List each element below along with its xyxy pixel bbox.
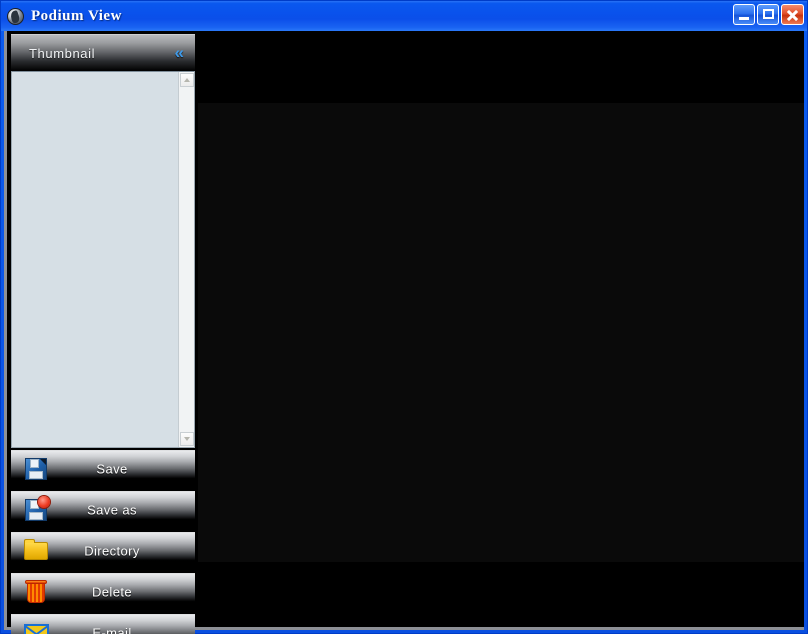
folder-icon <box>22 537 50 565</box>
thumbnail-list[interactable] <box>11 71 195 448</box>
scroll-up-arrow-icon[interactable] <box>180 73 194 87</box>
client-area: Thumbnail « Save Save as Directory Delet… <box>4 31 804 634</box>
action-button-list: Save Save as Directory Delete E-mail <box>11 450 195 634</box>
thumbnail-scrollbar[interactable] <box>178 72 194 447</box>
thumbnail-panel-title: Thumbnail <box>29 45 96 61</box>
directory-button[interactable]: Directory <box>11 532 195 569</box>
minimize-button[interactable] <box>733 4 755 25</box>
double-chevron-left-icon[interactable]: « <box>175 44 185 61</box>
preview-inner-band <box>198 103 804 562</box>
close-button[interactable] <box>781 4 804 25</box>
email-button[interactable]: E-mail <box>11 614 195 634</box>
trash-can-icon <box>22 578 50 606</box>
delete-button[interactable]: Delete <box>11 573 195 610</box>
maximize-button[interactable] <box>757 4 779 25</box>
thumbnail-panel-header[interactable]: Thumbnail « <box>11 34 195 71</box>
podium-view-window: Podium View Thumbnail « Save Save as Dir… <box>0 0 808 634</box>
floppy-disk-star-icon <box>22 496 50 524</box>
globe-icon <box>7 7 24 25</box>
save-button[interactable]: Save <box>11 450 195 487</box>
sidebar: Thumbnail « Save Save as Directory Delet… <box>7 31 198 634</box>
title-bar[interactable]: Podium View <box>1 1 807 31</box>
save-as-button[interactable]: Save as <box>11 491 195 528</box>
thumbnail-items-container <box>12 72 180 447</box>
scroll-down-arrow-icon[interactable] <box>180 432 194 446</box>
window-controls <box>733 4 804 25</box>
window-title: Podium View <box>31 7 122 24</box>
floppy-disk-icon <box>22 455 50 483</box>
envelope-icon <box>22 619 50 634</box>
video-preview-area[interactable] <box>198 31 804 627</box>
